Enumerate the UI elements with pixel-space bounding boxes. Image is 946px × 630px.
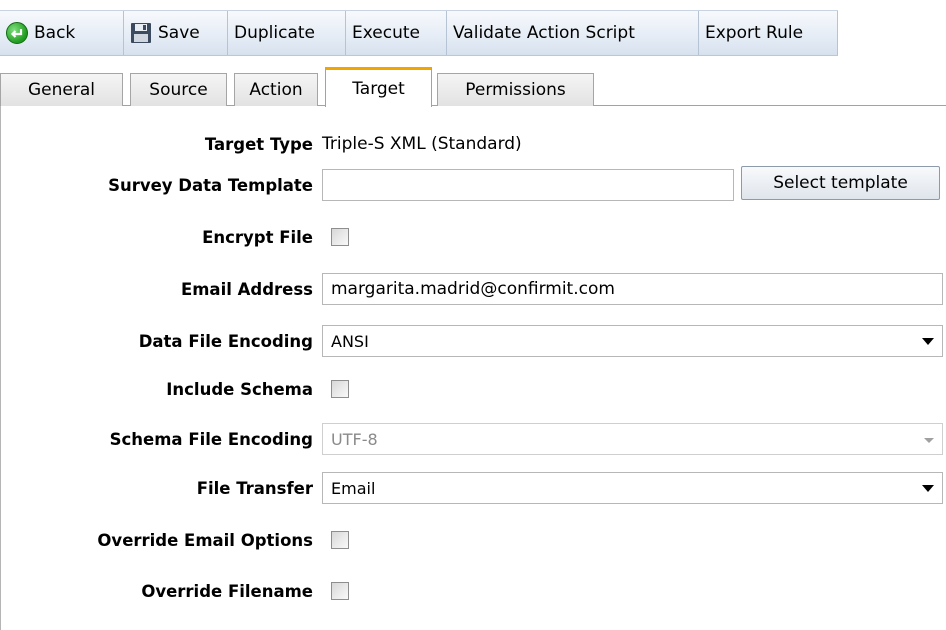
- toolbar: Back Save Duplicate Execute Validate Act…: [0, 0, 946, 62]
- target-form: Target Type Triple-S XML (Standard) Surv…: [0, 106, 946, 630]
- back-button[interactable]: Back: [0, 11, 124, 55]
- tab-general-label: General: [28, 80, 95, 100]
- tab-general[interactable]: General: [0, 73, 123, 106]
- survey-template-label: Survey Data Template: [108, 175, 313, 195]
- back-arrow-icon: [6, 22, 28, 44]
- select-template-label: Select template: [773, 173, 908, 193]
- schema-file-encoding-select: UTF-8: [322, 423, 943, 455]
- tab-target-label: Target: [352, 78, 405, 99]
- tab-action[interactable]: Action: [234, 73, 318, 106]
- survey-template-row: Survey Data Template Select template: [1, 166, 946, 202]
- email-address-row: Email Address margarita.madrid@confirmit…: [1, 272, 946, 306]
- target-type-value: Triple-S XML (Standard): [322, 134, 522, 154]
- validate-label: Validate Action Script: [453, 23, 635, 43]
- include-schema-checkbox[interactable]: [331, 380, 349, 398]
- floppy-disk-icon: [130, 22, 152, 44]
- override-filename-row: Override Filename: [1, 574, 946, 608]
- execute-button[interactable]: Execute: [346, 11, 447, 55]
- export-label: Export Rule: [705, 23, 804, 43]
- encrypt-file-label: Encrypt File: [202, 227, 313, 247]
- tab-source-label: Source: [149, 80, 208, 100]
- file-transfer-value: Email: [331, 478, 376, 498]
- tab-action-label: Action: [249, 80, 303, 100]
- dropdown-arrow-icon: [924, 438, 934, 443]
- data-file-encoding-row: Data File Encoding ANSI: [1, 324, 946, 358]
- include-schema-label: Include Schema: [166, 379, 313, 399]
- override-email-options-label: Override Email Options: [97, 530, 313, 550]
- tab-bar: General Source Action Target Permissions: [0, 62, 946, 107]
- encrypt-file-row: Encrypt File: [1, 220, 946, 254]
- target-type-row: Target Type Triple-S XML (Standard): [1, 127, 946, 161]
- schema-file-encoding-label: Schema File Encoding: [109, 429, 313, 449]
- duplicate-label: Duplicate: [234, 23, 315, 43]
- file-transfer-row: File Transfer Email: [1, 471, 946, 505]
- override-filename-checkbox[interactable]: [331, 582, 349, 600]
- override-email-options-checkbox[interactable]: [331, 531, 349, 549]
- select-template-button[interactable]: Select template: [741, 166, 940, 200]
- back-label: Back: [34, 23, 76, 43]
- include-schema-row: Include Schema: [1, 372, 946, 406]
- dropdown-arrow-icon: [922, 338, 934, 345]
- email-address-label: Email Address: [180, 279, 313, 299]
- duplicate-button[interactable]: Duplicate: [228, 11, 346, 55]
- override-filename-label: Override Filename: [141, 581, 313, 601]
- save-button[interactable]: Save: [124, 11, 228, 55]
- data-file-encoding-label: Data File Encoding: [138, 331, 313, 351]
- email-address-input[interactable]: margarita.madrid@confirmit.com: [322, 273, 943, 305]
- validate-action-script-button[interactable]: Validate Action Script: [447, 11, 699, 55]
- file-transfer-select[interactable]: Email: [322, 472, 943, 504]
- encrypt-file-checkbox[interactable]: [331, 228, 349, 246]
- tab-target[interactable]: Target: [325, 67, 432, 107]
- dropdown-arrow-icon: [922, 485, 934, 492]
- target-type-label: Target Type: [204, 134, 313, 154]
- schema-file-encoding-value: UTF-8: [331, 429, 378, 449]
- override-email-options-row: Override Email Options: [1, 523, 946, 557]
- toolbar-strip: Back Save Duplicate Execute Validate Act…: [0, 10, 838, 56]
- data-file-encoding-select[interactable]: ANSI: [322, 325, 943, 357]
- save-label: Save: [158, 23, 200, 43]
- execute-label: Execute: [352, 23, 420, 43]
- file-transfer-label: File Transfer: [196, 478, 313, 498]
- export-rule-button[interactable]: Export Rule: [699, 11, 838, 55]
- schema-file-encoding-row: Schema File Encoding UTF-8: [1, 422, 946, 456]
- data-file-encoding-value: ANSI: [331, 331, 369, 351]
- tab-source[interactable]: Source: [130, 73, 227, 106]
- tab-permissions-label: Permissions: [465, 80, 566, 100]
- tab-permissions[interactable]: Permissions: [437, 73, 594, 106]
- survey-template-input[interactable]: [322, 169, 734, 201]
